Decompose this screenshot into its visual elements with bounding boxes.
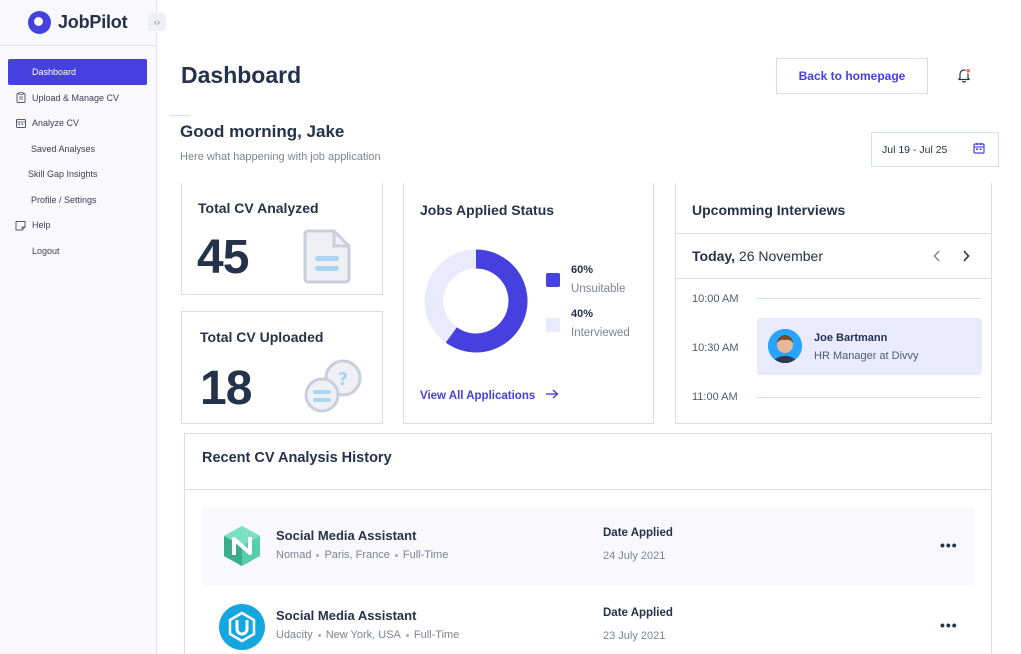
- stat-label-uploaded: Total CV Uploaded: [200, 329, 324, 345]
- date-range-picker[interactable]: Jul 19 - Jul 25: [871, 132, 999, 167]
- document-icon: [302, 229, 352, 289]
- jobs-status-donut-chart: [424, 249, 528, 353]
- chevron-right-icon[interactable]: [961, 249, 971, 268]
- chevron-left-icon[interactable]: [932, 249, 942, 268]
- stat-value-analyzed: 45: [197, 231, 249, 284]
- sidebar-item-label: Profile / Settings: [31, 194, 97, 205]
- time-slot-label: 10:30 AM: [692, 342, 739, 354]
- row-type: Full-Time: [413, 629, 460, 641]
- interviews-date-heading: Today, 26 November: [692, 248, 823, 264]
- view-all-label: View All Applications: [420, 389, 536, 402]
- nomad-logo-icon: [220, 524, 264, 568]
- sidebar-item-upload-cv[interactable]: Upload & Manage CV: [8, 85, 147, 111]
- sidebar-divider: [0, 45, 157, 46]
- sidebar-item-label: Dashboard: [32, 67, 77, 77]
- sidebar-item-label: Skill Gap Insights: [28, 169, 98, 180]
- collapse-sidebar-button[interactable]: ‹›: [148, 13, 166, 31]
- svg-text:?: ?: [338, 369, 348, 390]
- sidebar-item-dashboard[interactable]: Dashboard: [8, 59, 147, 85]
- row-job-meta: Nomad Paris, France Full-Time: [276, 549, 448, 561]
- sidebar-item-label: Saved Analyses: [31, 143, 96, 154]
- jobs-status-title: Jobs Applied Status: [420, 202, 555, 218]
- app-name: JobPilot: [58, 12, 128, 32]
- sidebar-item-logout[interactable]: Logout: [8, 238, 147, 264]
- stat-value-uploaded: 18: [200, 362, 252, 415]
- view-all-applications-link[interactable]: View All Applications: [420, 389, 559, 402]
- greeting-title: Good morning, Jake: [180, 122, 345, 141]
- greeting-subtitle: Here what happening with job application: [180, 151, 381, 163]
- row-location: Paris, France: [324, 549, 390, 561]
- history-title: Recent CV Analysis History: [202, 450, 392, 466]
- legend-value-interviewed: 40%: [571, 308, 594, 320]
- time-slot-label: 11:00 AM: [692, 391, 738, 403]
- notification-bell-icon[interactable]: [955, 66, 973, 84]
- clipboard-icon: [15, 92, 26, 104]
- row-date-label: Date Applied: [603, 607, 673, 619]
- row-company: Nomad: [276, 549, 312, 561]
- separator-dot: [316, 553, 320, 557]
- interviews-title: Upcomming Interviews: [692, 202, 846, 218]
- stat-label-analyzed: Total CV Analyzed: [198, 200, 319, 216]
- logo-mark-icon: [28, 11, 51, 34]
- legend-swatch-interviewed: [546, 318, 560, 332]
- history-divider: [185, 489, 991, 490]
- avatar: [768, 329, 802, 363]
- list-item[interactable]: Social Media Assistant Udacity New York,…: [202, 587, 975, 654]
- interview-event[interactable]: Joe Bartmann HR Manager at Divvy: [757, 318, 982, 375]
- note-icon: [15, 220, 26, 231]
- sidebar-item-skill-gap[interactable]: Skill Gap Insights: [8, 162, 147, 188]
- chat-question-icon: ?: [302, 359, 364, 420]
- sidebar-item-label: Logout: [32, 245, 60, 256]
- page-title: Dashboard: [181, 62, 302, 88]
- back-to-homepage-button[interactable]: Back to homepage: [776, 58, 928, 94]
- separator-dot: [394, 553, 398, 557]
- calendar-icon: [15, 118, 26, 129]
- row-company: Udacity: [276, 629, 313, 641]
- row-job-title: Social Media Assistant: [276, 608, 417, 623]
- sidebar-item-label: Help: [32, 220, 51, 231]
- list-item[interactable]: Social Media Assistant Nomad Paris, Fran…: [202, 507, 975, 586]
- row-date-label: Date Applied: [603, 527, 673, 539]
- sidebar-nav: Dashboard Upload & Manage CV Analyze CV …: [8, 59, 147, 264]
- interview-person-role: HR Manager at Divvy: [814, 350, 919, 362]
- row-location: New York, USA: [325, 629, 401, 641]
- calendar-icon: [973, 142, 985, 157]
- legend-label-unsuitable: Unsuitable: [571, 283, 626, 295]
- time-slot-label: 10:00 AM: [692, 293, 739, 305]
- time-slot-line: [757, 397, 981, 398]
- sidebar-item-saved-analyses[interactable]: Saved Analyses: [8, 136, 147, 162]
- row-date-value: 23 July 2021: [603, 630, 666, 642]
- row-job-title: Social Media Assistant: [276, 528, 417, 543]
- interviews-divider-date: [675, 278, 992, 279]
- arrow-right-icon: [545, 389, 559, 402]
- row-job-meta: Udacity New York, USA Full-Time: [276, 629, 459, 641]
- separator-dot: [317, 633, 321, 637]
- sidebar-item-help[interactable]: Help: [8, 213, 147, 239]
- sidebar-item-label: Analyze CV: [32, 118, 80, 129]
- sidebar-item-analyze-cv[interactable]: Analyze CV: [8, 111, 147, 137]
- chevron-collapse-icon: ‹›: [154, 17, 160, 27]
- legend-label-interviewed: Interviewed: [571, 327, 630, 339]
- header-divider: [170, 115, 190, 116]
- row-type: Full-Time: [402, 549, 449, 561]
- udacity-logo-icon: [219, 604, 265, 650]
- sidebar: JobPilot Dashboard Upload & Manage CV An…: [0, 0, 157, 654]
- separator-dot: [405, 633, 409, 637]
- sidebar-item-label: Upload & Manage CV: [32, 92, 120, 103]
- app-logo[interactable]: JobPilot: [28, 11, 128, 34]
- date-range-value: Jul 19 - Jul 25: [882, 143, 948, 156]
- more-options-icon[interactable]: •••: [940, 537, 958, 553]
- time-slot-line: [757, 298, 981, 299]
- interview-person-name: Joe Bartmann: [814, 332, 888, 344]
- interviews-divider-top: [675, 233, 992, 234]
- legend-swatch-unsuitable: [546, 273, 560, 287]
- legend-value-unsuitable: 60%: [571, 264, 594, 276]
- row-date-value: 24 July 2021: [603, 550, 666, 562]
- more-options-icon[interactable]: •••: [940, 617, 958, 633]
- sidebar-item-profile-settings[interactable]: Profile / Settings: [8, 187, 147, 213]
